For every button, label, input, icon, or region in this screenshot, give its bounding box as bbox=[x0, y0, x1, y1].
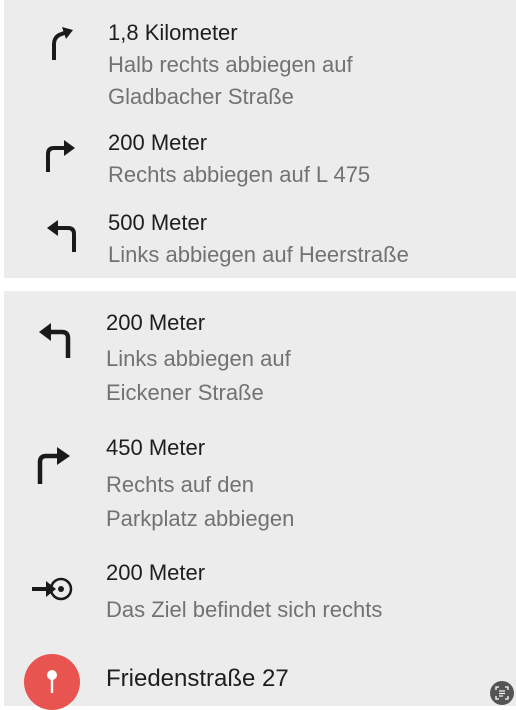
step-distance: 200 Meter bbox=[108, 130, 208, 155]
step-instruction-line: Halb rechts abbiegen auf bbox=[108, 52, 353, 77]
step-instruction-line: Links abbiegen auf bbox=[106, 346, 291, 371]
destination-right-icon bbox=[32, 577, 73, 601]
step-instruction-line: Links abbiegen auf Heerstraße bbox=[108, 242, 409, 267]
turn-right-arrow-icon bbox=[46, 140, 75, 172]
step-instruction-line: Parkplatz abbiegen bbox=[106, 506, 295, 531]
step-instruction-line: Das Ziel befindet sich rechts bbox=[106, 597, 383, 622]
step-distance: 450 Meter bbox=[106, 435, 206, 460]
step-distance: 200 Meter bbox=[106, 310, 206, 335]
destination-address: Friedenstraße 27 bbox=[106, 665, 289, 692]
step-distance: 500 Meter bbox=[108, 210, 208, 235]
turn-right-arrow-icon bbox=[37, 447, 70, 484]
turn-left-arrow-icon bbox=[47, 220, 76, 252]
destination-marker bbox=[24, 654, 80, 710]
scan-text-icon bbox=[495, 686, 509, 700]
slight-right-arrow-icon bbox=[52, 27, 73, 60]
step-instruction-line: Gladbacher Straße bbox=[108, 84, 294, 109]
step-instruction-line: Eickener Straße bbox=[106, 380, 264, 405]
step-instruction-line: Rechts auf den bbox=[106, 472, 254, 497]
floating-action-button[interactable] bbox=[490, 681, 514, 705]
directions-panel-top bbox=[4, 0, 516, 278]
turn-left-arrow-icon bbox=[39, 323, 71, 358]
step-distance: 200 Meter bbox=[106, 560, 206, 585]
location-pin-icon bbox=[47, 670, 57, 693]
step-distance: 1,8 Kilometer bbox=[108, 20, 238, 45]
step-instruction-line: Rechts abbiegen auf L 475 bbox=[108, 162, 371, 187]
